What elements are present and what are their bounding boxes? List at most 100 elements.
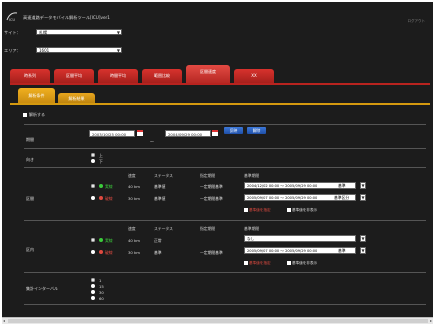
range-tag: 基準 xyxy=(338,183,346,188)
analyze-checkbox-label: 解析する xyxy=(29,112,45,117)
col-status-header: ステータス xyxy=(154,226,173,231)
row-speed: 30 km xyxy=(128,196,140,201)
row-speed: 40 km xyxy=(128,184,140,189)
legend-checkbox[interactable] xyxy=(287,208,291,212)
tab-2[interactable]: 時間平均 xyxy=(98,69,138,83)
tab-1[interactable]: 区間平均 xyxy=(54,69,94,83)
chevron-down-icon: ▼ xyxy=(116,48,120,53)
col-range-header: 基準期間 xyxy=(244,173,260,178)
divider xyxy=(24,304,426,305)
interval-radio[interactable] xyxy=(91,290,95,294)
row-dot-label: 破線 xyxy=(105,196,113,201)
row-speed: 30 km xyxy=(128,250,140,255)
divider xyxy=(24,220,426,221)
site-label: サイト： xyxy=(4,30,21,35)
chevron-down-icon[interactable]: ▼ xyxy=(360,194,366,201)
subtab-bar xyxy=(10,103,430,105)
direction-radio-down[interactable] xyxy=(91,159,95,163)
range-input[interactable]: なし xyxy=(244,235,356,242)
calendar-icon[interactable] xyxy=(212,130,218,136)
row-radio[interactable] xyxy=(91,196,95,200)
tab-4-active[interactable]: 区間速度 xyxy=(186,65,230,83)
subtab-conditions[interactable]: 解析条件 xyxy=(18,88,55,104)
direction-option-down: 下 xyxy=(99,159,103,164)
scroll-left-icon[interactable]: ◂ xyxy=(3,318,5,323)
area-label: エリア： xyxy=(4,48,21,53)
calendar-icon[interactable] xyxy=(137,130,143,136)
analyze-checkbox-row[interactable]: 解析する xyxy=(23,112,45,118)
range-tag: 基準 xyxy=(338,248,346,253)
row-status: 基準値 xyxy=(154,196,166,201)
scroll-right-icon[interactable]: ▸ xyxy=(430,318,432,323)
direction-label: 向き xyxy=(26,157,34,162)
app-window: ICU 高速道路データモバイル解析ツール[ICU]ver1 ログアウト サイト：… xyxy=(2,2,433,324)
row-status: 正常 xyxy=(154,238,162,243)
row-status: 基準値 xyxy=(154,184,166,189)
site-select-value: 札幌 xyxy=(39,30,47,35)
chevron-down-icon[interactable]: ▼ xyxy=(360,247,366,254)
legend-checkbox[interactable] xyxy=(244,261,248,265)
tab-bar xyxy=(10,83,430,85)
chevron-down-icon[interactable]: ▼ xyxy=(360,235,366,242)
legend-b[interactable]: 基準値を非表示 xyxy=(287,208,317,213)
col-status-header: ステータス xyxy=(154,173,173,178)
interval-radio[interactable] xyxy=(91,278,95,282)
row-period: 一定期間基準 xyxy=(200,184,223,189)
svg-text:ICU: ICU xyxy=(9,18,15,22)
row-dot-label: 実線 xyxy=(105,238,113,243)
tab-0[interactable]: 時系列 xyxy=(10,69,50,83)
legend-a[interactable]: 基準値を指定 xyxy=(244,208,271,213)
scrollbar-thumb[interactable] xyxy=(8,319,428,323)
section-a-label: 区間 xyxy=(26,196,34,201)
start-date-input[interactable]: 2003/10/25 00:00 xyxy=(89,130,135,137)
site-select[interactable]: 札幌 ▼ xyxy=(36,29,122,35)
interval-option: 30 xyxy=(99,290,104,295)
row-period: 一定期間基準 xyxy=(200,250,223,255)
page-title: 高速道路データモバイル解析ツール[ICU]ver1 xyxy=(23,15,110,20)
section-b-label: 区内 xyxy=(26,247,34,252)
col-range-header: 基準期間 xyxy=(244,226,260,231)
row-radio[interactable] xyxy=(91,238,95,242)
tab-5[interactable]: XX xyxy=(234,69,274,83)
interval-label: 集計インターバル xyxy=(26,286,58,291)
apply-button[interactable]: 反映 xyxy=(224,127,243,134)
area-select[interactable]: 1601 ▼ xyxy=(36,47,122,53)
row-period: 一定期間基準 xyxy=(200,196,223,201)
reset-button[interactable]: 解除 xyxy=(247,127,266,134)
app-logo-icon: ICU xyxy=(6,12,18,22)
legend-b-text: 基準値を非表示 xyxy=(292,208,318,212)
series-color-dot xyxy=(99,184,103,188)
tab-3[interactable]: 範囲比較 xyxy=(142,69,182,83)
period-label: 期間 xyxy=(26,137,34,142)
row-radio[interactable] xyxy=(91,250,95,254)
logout-link[interactable]: ログアウト xyxy=(408,19,426,24)
interval-option: 60 xyxy=(99,296,104,301)
legend-b[interactable]: 基準値を非表示 xyxy=(287,261,317,266)
legend-checkbox[interactable] xyxy=(244,208,248,212)
row-status: 基準 xyxy=(154,250,162,255)
direction-radio-up[interactable] xyxy=(91,153,95,157)
col-period-header: 指定期間 xyxy=(200,173,216,178)
legend-a-text: 基準値を指定 xyxy=(249,208,271,212)
interval-radio[interactable] xyxy=(91,284,95,288)
analyze-checkbox[interactable] xyxy=(23,113,27,117)
col-speed-header: 速度 xyxy=(128,226,136,231)
row-radio[interactable] xyxy=(91,184,95,188)
legend-a[interactable]: 基準値を指定 xyxy=(244,261,271,266)
legend-checkbox[interactable] xyxy=(287,261,291,265)
divider xyxy=(24,148,426,149)
series-color-dot xyxy=(99,196,103,200)
row-dot-label: 実線 xyxy=(105,184,113,189)
range-tilde: 〜 xyxy=(150,139,154,144)
interval-radio[interactable] xyxy=(91,296,95,300)
end-date-input[interactable]: 2004/09/29 00:00 xyxy=(165,130,211,137)
chevron-down-icon[interactable]: ▼ xyxy=(360,182,366,189)
col-speed-header: 速度 xyxy=(128,173,136,178)
interval-option: 15 xyxy=(99,284,104,289)
chevron-down-icon: ▼ xyxy=(116,30,120,35)
divider xyxy=(24,124,426,125)
col-period-header: 指定期間 xyxy=(200,226,216,231)
horizontal-scrollbar[interactable]: ◂ ▸ xyxy=(2,317,433,324)
legend-b-text: 基準値を非表示 xyxy=(292,261,318,265)
series-color-dot xyxy=(99,250,103,254)
